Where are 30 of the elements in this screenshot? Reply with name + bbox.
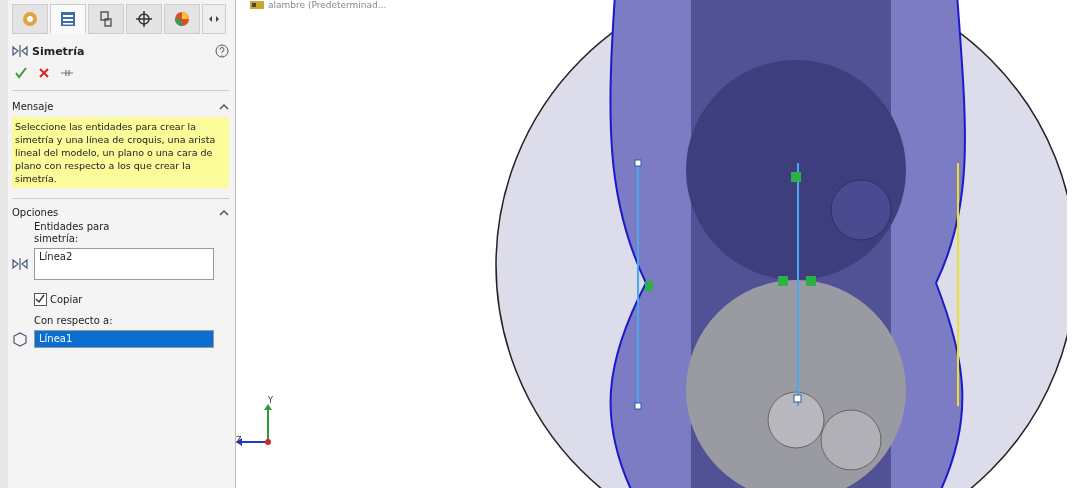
ok-check-icon[interactable] xyxy=(14,66,28,80)
section-title: Mensaje xyxy=(12,100,54,112)
cancel-x-icon[interactable] xyxy=(38,67,50,79)
panel-tab[interactable] xyxy=(126,4,162,34)
crosshair-icon xyxy=(135,10,153,28)
collapse-chevron-icon[interactable] xyxy=(219,208,229,216)
collapse-chevron-icon[interactable] xyxy=(219,102,229,110)
check-icon xyxy=(35,294,45,304)
arrows-icon xyxy=(207,13,221,24)
mirror-about-field[interactable]: Línea1 xyxy=(34,330,214,348)
help-icon[interactable] xyxy=(215,44,229,58)
field-label: Entidades para simetría: xyxy=(34,221,111,245)
entities-list-field[interactable]: Línea2 xyxy=(34,248,214,280)
message-text: Seleccione las entidades para crear la simetría y una línea de croquis, una arista lineal del modelo, un plano o una cara de plano con respecto a los que crear la simetría. xyxy=(12,117,229,188)
breadcrumb-text: alambre (Predeterminad... xyxy=(268,0,387,10)
mirror-icon xyxy=(12,257,28,271)
part-icon xyxy=(250,0,264,10)
axis-label: Y xyxy=(268,396,273,405)
feature-title: Simetría xyxy=(32,44,86,58)
panel-tab[interactable] xyxy=(50,4,86,34)
list-icon xyxy=(59,10,77,28)
field-label: Con respecto a: xyxy=(34,315,114,327)
color-ball-icon xyxy=(173,10,191,28)
tab-scroll-button[interactable] xyxy=(202,4,226,34)
plane-select-icon xyxy=(12,331,28,347)
mirror-icon xyxy=(12,44,28,58)
axis-triad-icon xyxy=(236,404,272,446)
section-title: Opciones xyxy=(12,206,59,218)
axis-label: Z xyxy=(236,436,242,445)
copy-checkbox[interactable]: Copiar xyxy=(34,293,229,306)
